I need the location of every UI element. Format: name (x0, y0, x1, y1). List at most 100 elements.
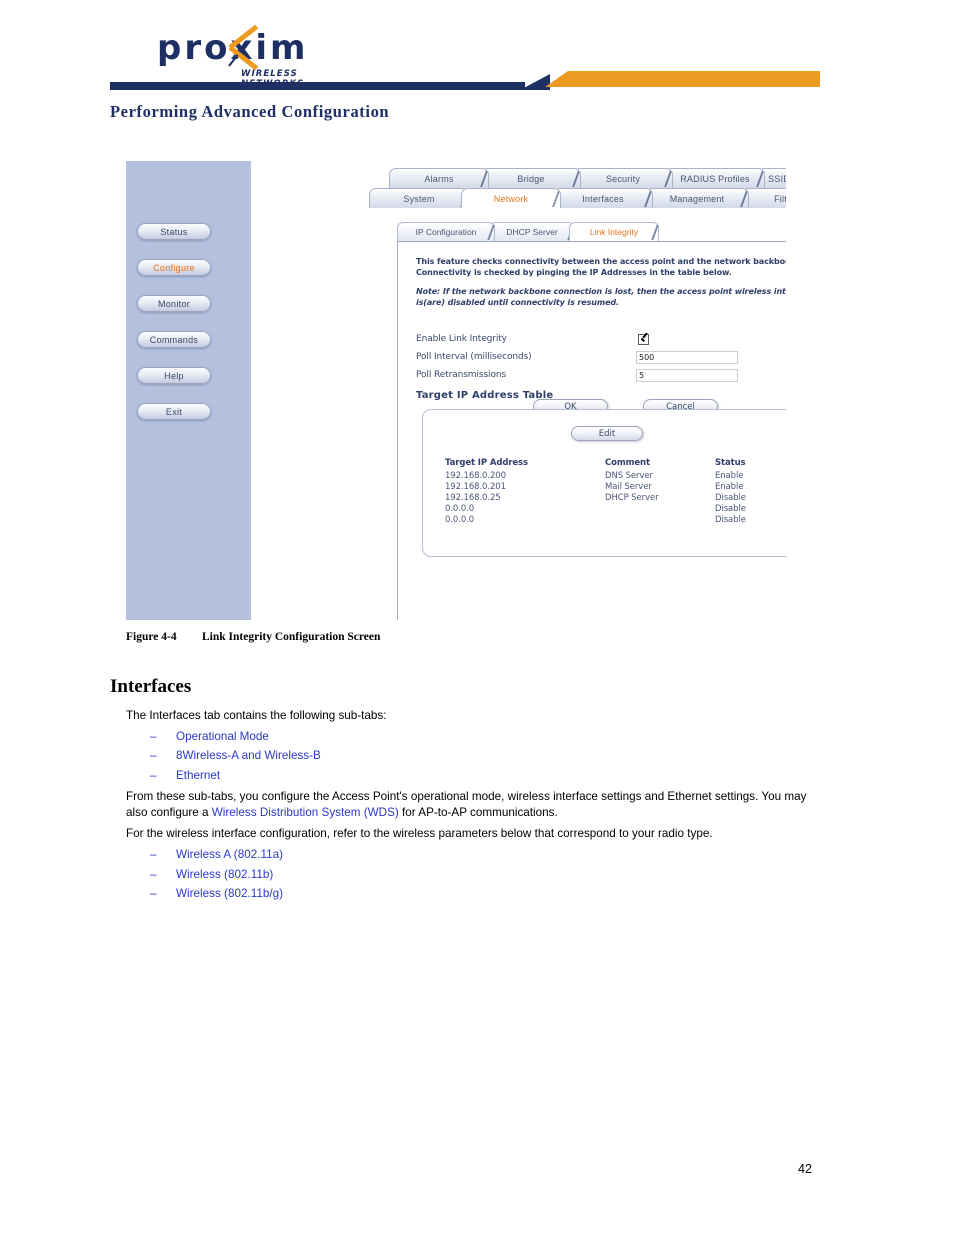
edit-button[interactable]: Edit (571, 426, 643, 441)
link-wireless-distribution-system[interactable]: Wireless Distribution System (WDS) (212, 806, 399, 819)
enable-link-integrity-label: Enable Link Integrity (416, 334, 507, 344)
sidebar-button-status[interactable]: Status (137, 223, 211, 240)
link-wireless-80211bg[interactable]: Wireless (802.11b/g) (176, 887, 283, 900)
sidebar-button-exit[interactable]: Exit (137, 403, 211, 420)
tab-separator-icon (572, 171, 580, 187)
tab-interfaces[interactable]: Interfaces (553, 188, 653, 208)
tab-label: Alarms (424, 174, 454, 184)
sidebar-button-configure[interactable]: Configure (137, 259, 211, 276)
page-header: proxim WIRELESS NETWORKS Performing Adva… (0, 0, 954, 130)
list-item-wireless-80211b: – Wireless (802.11b) (150, 867, 810, 883)
column-header-comment: Comment (605, 458, 650, 468)
tab-ip-configuration[interactable]: IP Configuration (397, 222, 495, 241)
tab-separator-icon (651, 225, 659, 240)
cell-status: Enable (715, 470, 744, 481)
tab-separator-icon (644, 191, 652, 207)
sidebar-button-monitor[interactable]: Monitor (137, 295, 211, 312)
tab-row-top: Alarms Bridge Security RADIUS Profiles SSID/… (389, 168, 786, 188)
list-item-wireless-80211bg: – Wireless (802.11b/g) (150, 886, 810, 902)
target-ip-table-box: Edit Target IP Address Comment Status 19… (422, 409, 786, 557)
tab-dhcp-server[interactable]: DHCP Server (489, 222, 575, 241)
tab-bridge[interactable]: Bridge (481, 168, 581, 188)
ui-main-area: Alarms Bridge Security RADIUS Profiles SSID/… (251, 161, 786, 620)
list-dash: – (150, 848, 157, 861)
tab-alarms[interactable]: Alarms (389, 168, 489, 188)
tab-separator-icon (664, 171, 672, 187)
tab-radius-profiles[interactable]: RADIUS Profiles (665, 168, 765, 188)
tab-row-main: System Network Interfaces Management Filteri… (369, 188, 786, 208)
link-ethernet[interactable]: Ethernet (176, 769, 220, 782)
proxim-logo: proxim WIRELESS NETWORKS (157, 24, 357, 89)
table-body: 192.168.0.200 DNS Server Enable 192.168.0.2… (445, 470, 785, 525)
list-item-operational-mode: – Operational Mode (150, 729, 810, 745)
ui-sidebar: Status Configure Monitor Commands Help Exit (126, 161, 251, 620)
enable-link-integrity-checkbox[interactable] (638, 334, 649, 345)
tab-label: Security (605, 174, 641, 184)
header-navy-bar (110, 82, 525, 90)
cell-comment: DNS Server (605, 470, 653, 481)
link-wireless-a-80211a[interactable]: Wireless A (802.11a) (176, 848, 283, 861)
tab-link-integrity[interactable]: Link Integrity (569, 222, 659, 241)
cell-comment (605, 503, 715, 514)
cell-target-ip: 192.168.0.200 (445, 470, 506, 481)
tab-label: SSID/VLAN/Security (768, 174, 786, 184)
tab-row-sub: IP Configuration DHCP Server Link Integrit… (397, 222, 677, 242)
tab-separator-icon (740, 191, 748, 207)
tab-label: Link Integrity (589, 227, 639, 237)
list-dash: – (150, 868, 157, 881)
paragraph-sub-tabs-config: From these sub-tabs, you configure the A… (126, 789, 816, 821)
tab-label: Filtering (774, 194, 786, 204)
link-wireless-a-and-b[interactable]: 8Wireless-A and Wireless-B (176, 749, 321, 762)
list-item-ethernet: – Ethernet (150, 768, 810, 784)
poll-retransmissions-label: Poll Retransmissions (416, 370, 507, 380)
panel-note: Note: If the network backbone connection… (416, 287, 786, 307)
table-header-row: Target IP Address Comment Status (445, 458, 785, 470)
cell-target-ip: 0.0.0.0 (445, 503, 475, 514)
page-number: 42 (798, 1162, 812, 1176)
link-integrity-screenshot: Status Configure Monitor Commands Help Exit A… (126, 161, 786, 620)
poll-interval-label: Poll Interval (milliseconds) (416, 352, 532, 362)
cell-status: Disable (715, 514, 746, 525)
table-row[interactable]: 192.168.0.201 Mail Server Enable (445, 481, 785, 492)
tab-label: Interfaces (582, 194, 624, 204)
table-row[interactable]: 192.168.0.25 DHCP Server Disable (445, 492, 785, 503)
cell-target-ip: 192.168.0.25 (445, 492, 501, 503)
tab-label: Network (493, 194, 529, 204)
column-header-target-ip: Target IP Address (445, 458, 528, 468)
section-heading-interfaces: Interfaces (110, 676, 192, 697)
tab-label: System (403, 194, 435, 204)
list-dash: – (150, 749, 157, 762)
tab-label: Management (669, 194, 725, 204)
cell-status: Enable (715, 481, 744, 492)
cell-status: Disable (715, 492, 746, 503)
logo-x-mark (222, 24, 264, 71)
table-row[interactable]: 0.0.0.0 Disable (445, 514, 785, 525)
cell-target-ip: 192.168.0.201 (445, 481, 506, 492)
cell-comment: Mail Server (605, 481, 652, 492)
figure-caption: Figure 4-4 Link Integrity Configuration S… (126, 631, 380, 643)
tab-management[interactable]: Management (645, 188, 749, 208)
table-row[interactable]: 0.0.0.0 Disable (445, 503, 785, 514)
target-ip-table-heading: Target IP Address Table (416, 390, 554, 401)
tab-label: IP Configuration (415, 227, 477, 237)
paragraph-radio-type: For the wireless interface configuration… (126, 827, 713, 840)
cell-target-ip: 0.0.0.0 (445, 514, 475, 525)
poll-interval-input[interactable]: 500 (636, 351, 738, 364)
figure-caption-text: Link Integrity Configuration Screen (202, 631, 381, 643)
tab-security[interactable]: Security (573, 168, 673, 188)
link-wireless-80211b[interactable]: Wireless (802.11b) (176, 868, 273, 881)
poll-retransmissions-input[interactable]: 5 (636, 369, 738, 382)
tab-label: RADIUS Profiles (680, 174, 750, 184)
figure-number: Figure 4-4 (126, 631, 177, 643)
sidebar-button-commands[interactable]: Commands (137, 331, 211, 348)
tab-network[interactable]: Network (461, 188, 561, 208)
tab-separator-icon (552, 191, 560, 207)
link-operational-mode[interactable]: Operational Mode (176, 730, 269, 743)
tab-separator-icon (487, 225, 495, 240)
link-integrity-panel: This feature checks connectivity between… (397, 241, 786, 620)
paragraph2-part-b: for AP-to-AP communications. (398, 806, 558, 819)
tab-system[interactable]: System (369, 188, 469, 208)
table-row[interactable]: 192.168.0.200 DNS Server Enable (445, 470, 785, 481)
sidebar-button-help[interactable]: Help (137, 367, 211, 384)
tab-separator-icon (756, 171, 764, 187)
